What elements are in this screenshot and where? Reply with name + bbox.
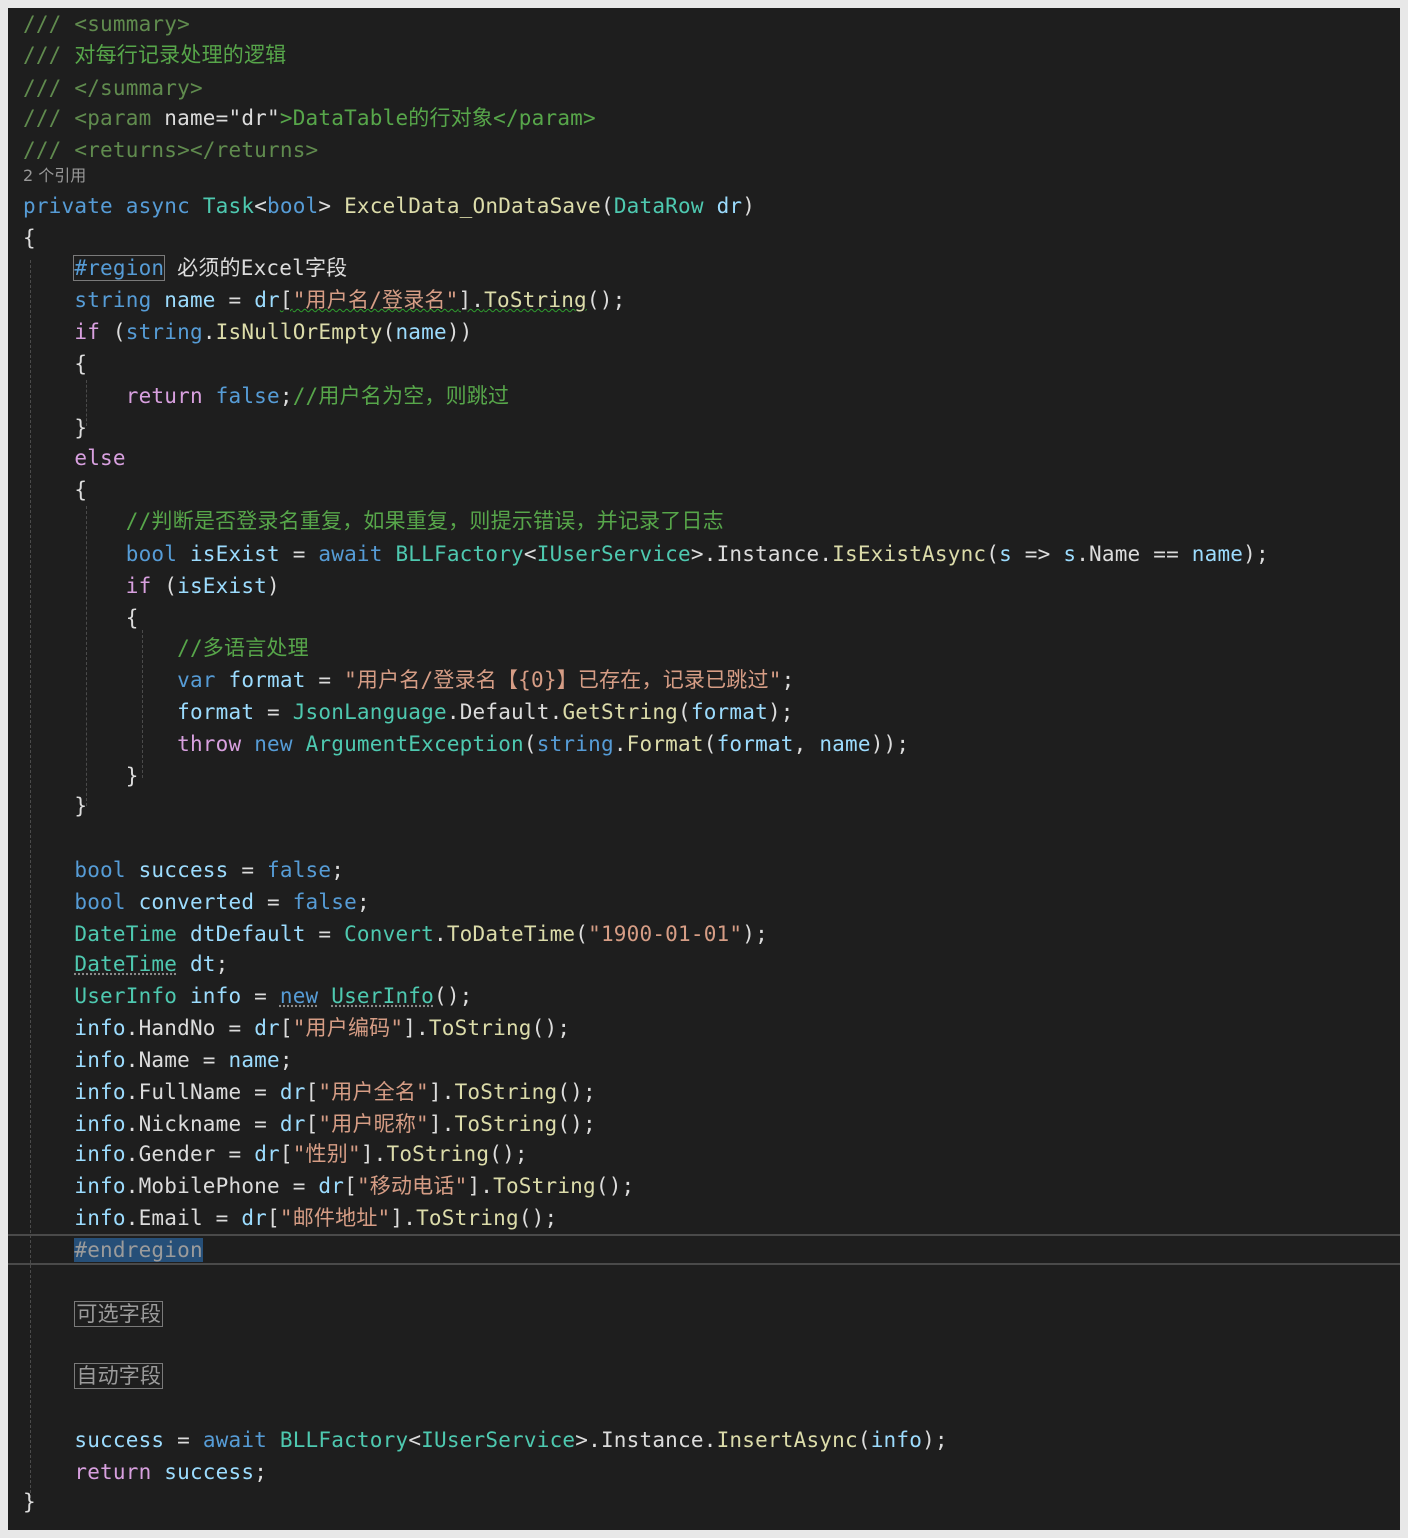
method-signature: private async Task<bool> ExcelData_OnDat… (23, 194, 756, 218)
collapsed-region[interactable]: 可选字段 (23, 1298, 164, 1330)
region-separator (8, 1263, 1400, 1265)
code-line: #endregion (23, 1234, 203, 1266)
doc-comment-line: /// 对每行记录处理的逻辑 (23, 43, 287, 67)
code-line: bool converted = false; (74, 890, 370, 914)
region-separator (8, 1234, 1400, 1236)
doc-comment-line: /// <param name="dr">DataTable的行对象</para… (23, 106, 596, 130)
endregion-directive[interactable]: #endregion (74, 1238, 203, 1262)
code-line: return success; (74, 1460, 268, 1484)
code-line: } (74, 794, 88, 818)
code-line: format = JsonLanguage.Default.GetString(… (177, 700, 794, 724)
code-line: { (74, 478, 88, 502)
code-line: else (74, 446, 126, 470)
code-line: bool success = false; (74, 858, 345, 882)
codelens-references[interactable]: 2 个引用 (23, 166, 86, 186)
region-directive[interactable]: #region (73, 255, 166, 281)
code-line: info.MobilePhone = dr["移动电话"].ToString()… (74, 1174, 635, 1198)
code-line: var format = "用户名/登录名【{0}】已存在，记录已跳过"; (177, 668, 795, 692)
doc-comment-line: /// <summary> (23, 12, 190, 36)
code-line: if (isExist) (125, 574, 280, 598)
collapsed-region-optional[interactable]: 可选字段 (74, 1301, 164, 1327)
code-line: UserInfo info = new UserInfo(); (74, 984, 473, 1008)
code-line: DateTime dtDefault = Convert.ToDateTime(… (74, 922, 768, 946)
code-line: { (23, 226, 36, 250)
code-line: bool isExist = await BLLFactory<IUserSer… (125, 542, 1269, 566)
code-line: info.Email = dr["邮件地址"].ToString(); (74, 1206, 558, 1230)
code-line: info.Name = name; (74, 1048, 293, 1072)
code-line: throw new ArgumentException(string.Forma… (177, 732, 910, 756)
code-line: info.HandNo = dr["用户编码"].ToString(); (74, 1016, 571, 1040)
comment-line: //判断是否登录名重复，如果重复，则提示错误，并记录了日志 (125, 509, 724, 533)
code-editor[interactable]: /// <summary> /// 对每行记录处理的逻辑 /// </summa… (8, 8, 1400, 1530)
code-line: success = await BLLFactory<IUserService>… (74, 1428, 948, 1452)
collapsed-region-auto[interactable]: 自动字段 (74, 1363, 164, 1389)
code-line: } (125, 764, 139, 788)
code-line: } (74, 416, 88, 440)
doc-comment-line: /// </summary> (23, 76, 203, 100)
code-line: DateTime dt; (74, 952, 229, 976)
region-line[interactable]: #region 必须的Excel字段 (23, 252, 347, 284)
code-line: string name = dr["用户名/登录名"].ToString(); (74, 288, 626, 312)
code-line: info.Gender = dr["性别"].ToString(); (74, 1142, 528, 1166)
comment-line: //多语言处理 (177, 636, 309, 660)
code-line: if (string.IsNullOrEmpty(name)) (74, 320, 473, 344)
doc-comment-line: /// <returns></returns> (23, 138, 319, 162)
code-line: } (23, 1490, 36, 1514)
code-line: info.FullName = dr["用户全名"].ToString(); (74, 1080, 596, 1104)
code-line: return false;//用户名为空，则跳过 (125, 384, 510, 408)
collapsed-region[interactable]: 自动字段 (23, 1360, 164, 1392)
code-line: info.Nickname = dr["用户昵称"].ToString(); (74, 1112, 596, 1136)
code-line: { (125, 606, 139, 630)
code-line: { (74, 352, 88, 376)
